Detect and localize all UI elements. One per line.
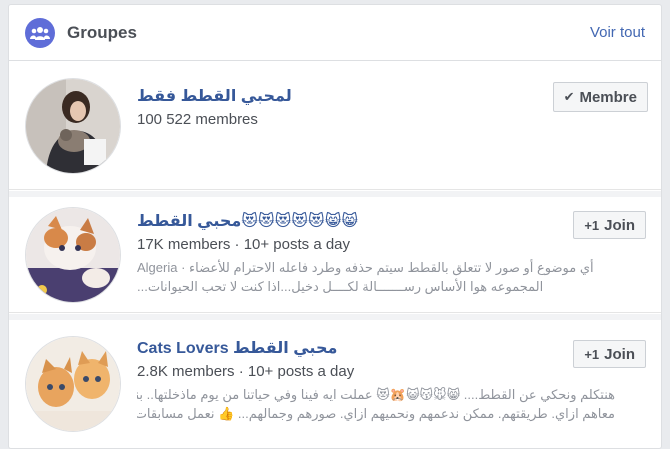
header-title: Groupes [67, 22, 137, 42]
group-row: Cats Lovers محبي القطط 2.8K members · 10… [9, 314, 661, 448]
check-icon: ✔ [563, 89, 575, 104]
add-friend-icon: +1 [584, 217, 600, 233]
group-description: أي موضوع أو صور لا تتعلق بالقطط سيتم حذف… [137, 258, 615, 296]
group-meta: 100 522 membres [137, 111, 258, 128]
groups-header: Groupes Voir tout [9, 5, 661, 61]
header-left: Groupes [25, 17, 137, 48]
group-avatar[interactable] [25, 336, 121, 432]
group-row: محبي القطط😻😻😻😻😻😸😸 17K members · 10+ post… [9, 191, 661, 313]
group-name-link[interactable]: لمحبي القطط فقط [137, 86, 292, 106]
add-friend-icon: +1 [584, 346, 600, 362]
group-name-link[interactable]: Cats Lovers محبي القطط [137, 338, 337, 358]
groups-icon [25, 17, 55, 48]
group-description: هنتكلم ونحكي عن القطط.... 😸🐭😽😺🐹😻 عملت اي… [137, 385, 615, 423]
group-avatar[interactable] [25, 207, 121, 303]
description-line: هنتكلم ونحكي عن القطط.... 😸🐭😽😺🐹😻 عملت اي… [137, 387, 615, 402]
group-meta: 2.8K members · 10+ posts a day [137, 363, 355, 380]
group-meta: 17K members · 10+ posts a day [137, 236, 351, 253]
groups-card: Groupes Voir tout لمحبي القطط فقط 100 52… [8, 4, 662, 449]
group-info: محبي القطط😻😻😻😻😻😸😸 17K members · 10+ post… [137, 211, 643, 296]
join-button-label: Join [604, 345, 635, 363]
join-button-label: Join [604, 216, 635, 234]
description-line: المجموعه هوا الأساس رســـــــالة لكــــل… [137, 279, 544, 294]
group-avatar[interactable] [25, 78, 121, 174]
join-button[interactable]: +1 Join [573, 340, 646, 368]
group-row: لمحبي القطط فقط 100 522 membres ✔ Membre [9, 62, 661, 190]
see-all-link[interactable]: Voir tout [590, 24, 645, 41]
group-info: Cats Lovers محبي القطط 2.8K members · 10… [137, 338, 643, 423]
description-line: معاهم ازاي. طريقتهم. ممكن ندعمهم ونحميهم… [137, 406, 615, 421]
join-button[interactable]: +1 Join [573, 211, 646, 239]
group-name-link[interactable]: محبي القطط😻😻😻😻😻😸😸 [137, 211, 358, 231]
member-button[interactable]: ✔ Membre [552, 82, 648, 112]
description-line: أي موضوع أو صور لا تتعلق بالقطط سيتم حذف… [137, 260, 594, 275]
member-button-label: Membre [579, 88, 637, 106]
